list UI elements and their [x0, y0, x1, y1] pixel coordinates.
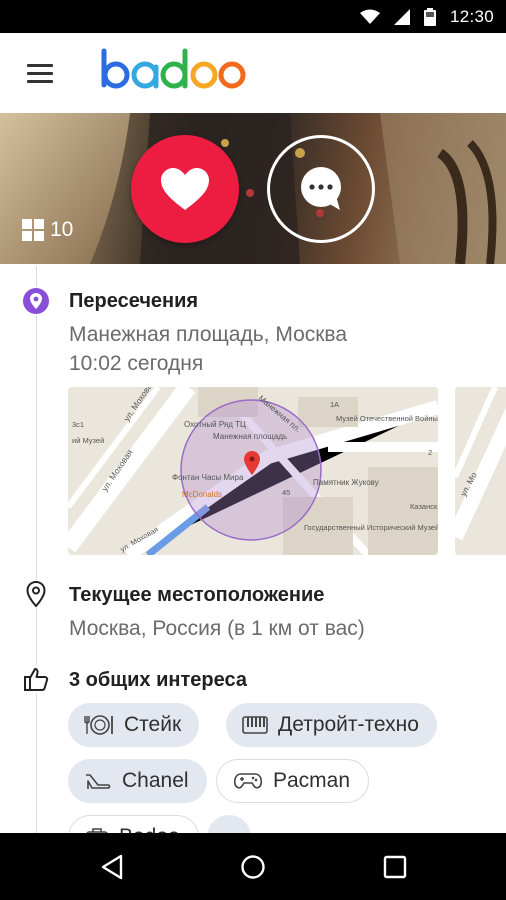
encounter-time: 10:02 сегодня: [69, 352, 204, 375]
interest-chip-pacman[interactable]: Pacman: [216, 759, 370, 803]
chip-label: Детройт-техно: [278, 713, 419, 736]
status-bar: 12:30: [0, 0, 506, 33]
app-bar: badoo: [0, 33, 506, 113]
current-location-title: Текущее местоположение: [69, 584, 325, 606]
map-label-num3: 45: [282, 488, 290, 497]
status-time: 12:30: [449, 6, 494, 26]
encounters-title: Пересечения: [69, 290, 199, 312]
system-navigation-bar: [0, 833, 506, 900]
map-label-num1: 3с1: [72, 420, 84, 429]
badoo-logo: badoo: [101, 48, 246, 89]
chip-label: Стейк: [124, 713, 182, 736]
encounter-map-next[interactable]: ул. Мо: [455, 387, 506, 555]
map-label-num4: 2: [428, 448, 432, 457]
map-label-museum2: Государственный Исторический Музей: [304, 523, 438, 532]
map-label-museum1: Музей Отечественной Войны 1812 Года: [336, 414, 438, 423]
photo-count-value: 10: [50, 218, 74, 241]
profile-photo: [0, 113, 506, 264]
interest-chip-detroit-techno[interactable]: Детройт-техно: [226, 703, 437, 747]
map-label-kazan: Казанск Красн: [410, 502, 438, 511]
hamburger-line: [27, 71, 53, 75]
chip-label: Chanel: [122, 769, 189, 792]
back-triangle-icon: [101, 854, 123, 880]
like-button[interactable]: [131, 135, 239, 243]
location-pin-filled-icon: [22, 287, 50, 315]
map-label-monument: Памятник Жукову: [313, 478, 379, 487]
hamburger-line: [27, 79, 53, 83]
gamepad-icon: [233, 773, 263, 789]
chip-label: Pacman: [273, 769, 351, 792]
encounter-location: Манежная площадь, Москва: [69, 323, 348, 346]
heart-icon: [161, 168, 209, 210]
map-label-mcdonalds: McDonalds: [182, 490, 222, 499]
profile-photo-banner[interactable]: 10: [0, 113, 506, 264]
location-pin-outline-icon: [22, 580, 50, 608]
photo-count[interactable]: 10: [22, 218, 73, 242]
map-label-square: Манежная площадь: [213, 432, 287, 441]
battery-icon: [423, 7, 436, 26]
speech-bubble-icon: [301, 167, 341, 210]
hamburger-icon: [27, 63, 53, 67]
recents-button[interactable]: [377, 849, 413, 885]
encounter-map[interactable]: ул. Моховая ул. Моховая Охотный Ряд ТЦ М…: [68, 387, 438, 555]
interest-chip-steak[interactable]: Стейк: [68, 703, 200, 747]
map-label-small1: ий Музей: [72, 436, 104, 445]
recents-square-icon: [383, 855, 407, 879]
timeline-line: [36, 266, 37, 834]
back-button[interactable]: [94, 849, 130, 885]
current-location-value: Москва, Россия (в 1 км от вас): [69, 617, 365, 640]
menu-button[interactable]: [20, 55, 60, 91]
map-label-num2: 1А: [330, 400, 339, 409]
wifi-icon: [359, 9, 380, 24]
map-label-fountain: Фонтан Часы Мира: [172, 473, 244, 482]
interests-title: 3 общих интереса: [69, 669, 247, 691]
plate-icon: [84, 715, 113, 735]
interest-chip-chanel[interactable]: Chanel: [68, 759, 207, 803]
chat-button[interactable]: [267, 135, 375, 243]
thumbs-up-icon: [22, 665, 50, 693]
home-button[interactable]: [235, 849, 271, 885]
grid-icon: [22, 219, 44, 241]
home-circle-icon: [241, 855, 265, 879]
signal-icon: [393, 8, 410, 25]
heel-icon: [86, 774, 111, 789]
map-label-mall: Охотный Ряд ТЦ: [184, 420, 246, 429]
keyboard-icon: [242, 716, 268, 734]
